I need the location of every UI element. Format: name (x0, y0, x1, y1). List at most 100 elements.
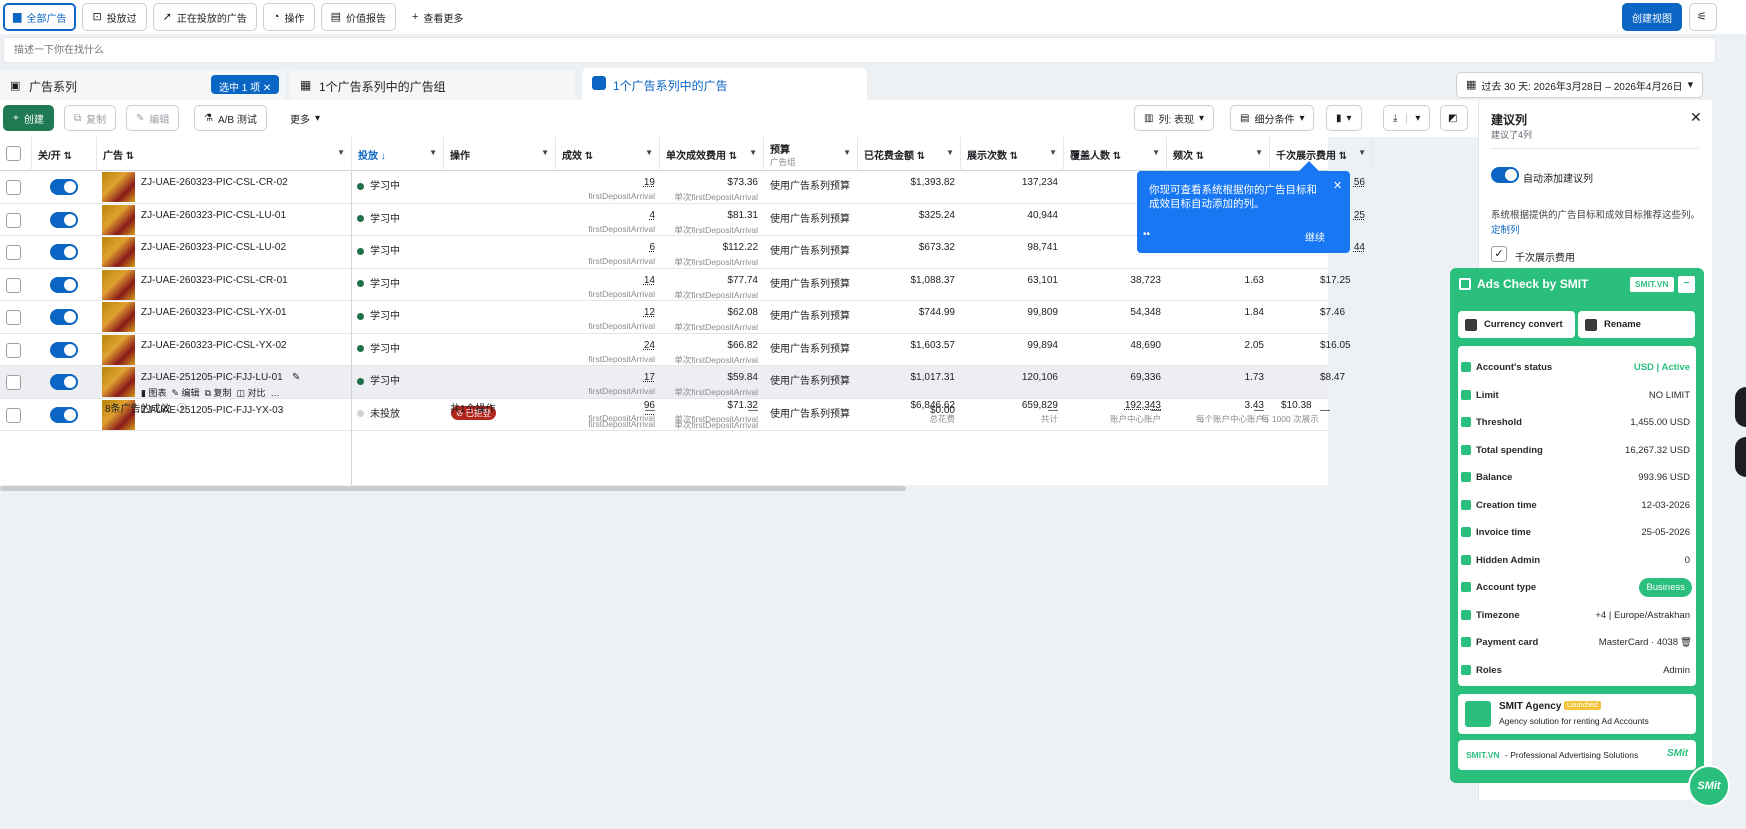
cpm-checkbox[interactable]: ✓ (1491, 246, 1507, 262)
tab-campaigns[interactable]: ▣ 广告系列 选中 1 项 ✕ (0, 70, 285, 100)
ad-name[interactable]: ZJ-UAE-260323-PIC-CSL-CR-02 (141, 177, 288, 188)
duplicate-button[interactable]: ⧉ 复制 (64, 105, 117, 131)
table-row[interactable]: ZJ-UAE-260323-PIC-CSL-YX-02 学习中 24 firstDep… (0, 334, 1351, 366)
smit-agency-card[interactable]: SMIT Agency Launched Agency solution for… (1458, 694, 1696, 734)
close-panel-icon[interactable]: ✕ (1690, 109, 1702, 126)
row-checkbox[interactable] (6, 180, 21, 195)
view-settings-button[interactable]: ⚟ (1689, 3, 1717, 31)
ad-toggle[interactable] (50, 341, 78, 358)
tooltip-continue-button[interactable]: 继续 (1299, 226, 1331, 247)
create-view-button[interactable]: 创建视图 (1622, 3, 1682, 31)
tooltip-close-icon[interactable]: ✕ (1333, 179, 1342, 192)
auto-add-toggle[interactable] (1491, 167, 1519, 183)
rename-button[interactable]: Rename (1578, 311, 1695, 338)
side-widget[interactable] (1735, 437, 1746, 477)
row-checkbox[interactable] (6, 277, 21, 293)
tab-ads[interactable]: 1个广告系列中的广告 (582, 68, 867, 100)
ad-toggle[interactable] (50, 276, 78, 293)
ad-name[interactable]: ZJ-UAE-251205-PIC-FJJ-LU-01 (141, 372, 283, 383)
export-button[interactable]: ⤓ ▾ (1383, 105, 1431, 131)
header-impressions[interactable]: 展示次数 ⇅ ▼ (961, 137, 1064, 171)
header-ad[interactable]: 广告 ⇅ ▼ (97, 137, 352, 171)
header-cpm[interactable]: 千次展示费用 ⇅ ▼ (1270, 137, 1373, 171)
ad-thumbnail[interactable] (102, 237, 135, 267)
ad-name[interactable]: ZJ-UAE-260323-PIC-CSL-YX-01 (141, 307, 287, 318)
close-icon[interactable]: ✕ (263, 83, 271, 94)
breakdown-button[interactable]: ▤ 细分条件 ▾ (1230, 105, 1315, 131)
table-row[interactable]: ZJ-UAE-260323-PIC-CSL-CR-02 学习中 19 firstDep… (0, 171, 1365, 204)
header-cost-per-result[interactable]: 单次成效费用 ⇅ ▼ (660, 137, 764, 171)
header-budget[interactable]: 预算 广告组 ▼ (764, 137, 858, 171)
row-checkbox[interactable] (6, 310, 21, 325)
table-row[interactable]: ZJ-UAE-260323-PIC-CSL-CR-01 学习中 14 firstDep… (0, 269, 1351, 301)
ad-toggle[interactable] (50, 211, 78, 228)
ad-thumbnail[interactable] (102, 172, 135, 202)
ad-toggle[interactable] (50, 244, 78, 260)
selected-chip[interactable]: 选中 1 项 ✕ (211, 75, 280, 94)
header-ops[interactable]: 操作 ▼ (444, 137, 556, 171)
smit-fab-button[interactable]: SMit (1688, 765, 1730, 807)
ad-name[interactable]: ZJ-UAE-260323-PIC-CSL-LU-02 (141, 242, 286, 253)
header-select-all[interactable] (0, 137, 32, 171)
edit-name-icon[interactable]: ✎ (292, 372, 300, 383)
reports-button[interactable]: ▮ ▾ (1326, 105, 1362, 131)
info-icon[interactable]: ⓘ (177, 400, 187, 415)
smit-badge[interactable]: SMIT.VN (1630, 277, 1674, 292)
search-bar[interactable] (3, 37, 1716, 63)
header-reach[interactable]: 覆盖人数 ⇅ ▼ (1064, 137, 1167, 171)
more-button[interactable]: 更多 ▾ (280, 105, 331, 131)
tab-adsets[interactable]: ▦ 1个广告系列中的广告组 (290, 70, 575, 100)
view-delivered-button[interactable]: ⊡ 投放过 (82, 3, 147, 31)
side-widget[interactable] (1735, 387, 1746, 427)
smit-footer[interactable]: SMIT.VN - Professional Advertising Solut… (1458, 740, 1696, 770)
results-value[interactable]: 17 (644, 372, 655, 383)
ad-toggle[interactable] (50, 309, 78, 325)
table-row[interactable]: ZJ-UAE-260323-PIC-CSL-LU-02 学习中 6 firstDepo… (0, 236, 1365, 269)
view-all-ads-button[interactable]: ▆ 全部广告 (3, 3, 77, 31)
view-actions-button[interactable]: ◔ 操作 (262, 3, 315, 31)
results-value[interactable]: 19 (644, 177, 655, 188)
currency-convert-button[interactable]: Currency convert (1458, 311, 1575, 338)
row-checkbox[interactable] (6, 342, 21, 358)
ab-test-button[interactable]: ⚗ A/B 测试 (194, 105, 267, 131)
select-all-checkbox[interactable] (6, 146, 21, 161)
customize-columns-link[interactable]: 定制列 (1491, 222, 1520, 236)
results-value[interactable]: 24 (644, 340, 655, 351)
ad-thumbnail[interactable] (102, 269, 135, 300)
ad-toggle[interactable] (50, 374, 78, 390)
ad-thumbnail[interactable] (102, 204, 135, 235)
horizontal-scrollbar[interactable] (0, 486, 906, 491)
minimize-icon[interactable]: − (1678, 276, 1695, 293)
header-results[interactable]: 成效 ⇅ ▼ (556, 137, 660, 171)
results-value[interactable]: 12 (644, 307, 655, 318)
header-delivery[interactable]: 投放 ↓ ▼ (352, 137, 444, 171)
results-value[interactable]: 14 (644, 275, 655, 286)
date-range-picker[interactable]: ▦ 过去 30 天: 2026年3月28日 – 2026年4月26日 ▾ (1456, 72, 1704, 98)
ad-name[interactable]: ZJ-UAE-260323-PIC-CSL-LU-01 (141, 210, 286, 221)
row-checkbox[interactable] (6, 245, 21, 260)
create-button[interactable]: + 创建 (3, 105, 54, 131)
table-row[interactable]: ZJ-UAE-260323-PIC-CSL-LU-01 学习中 4 firstDepo… (0, 204, 1365, 236)
ad-thumbnail[interactable] (102, 334, 135, 365)
edit-button[interactable]: ✎ 编辑 (126, 105, 180, 131)
view-value-report-button[interactable]: ▤ 价值报告 (320, 3, 396, 31)
results-value[interactable]: 4 (649, 210, 655, 221)
ad-name[interactable]: ZJ-UAE-260323-PIC-CSL-YX-02 (141, 340, 287, 351)
see-more-views-button[interactable]: + 查看更多 (401, 3, 474, 31)
header-frequency[interactable]: 频次 ⇅ ▼ (1167, 137, 1270, 171)
search-input[interactable] (4, 38, 1715, 62)
view-active-ads-button[interactable]: ➚ 正在投放的广告 (152, 3, 257, 31)
columns-button[interactable]: ▥ 列: 表现 ▾ (1134, 105, 1215, 131)
row-checkbox[interactable] (6, 375, 21, 390)
header-onoff[interactable]: 关/开 ⇅ (32, 137, 97, 171)
chart-toggle-button[interactable]: ◩ (1440, 105, 1468, 131)
trash-icon[interactable]: 🗑 (1680, 637, 1692, 648)
row-checkbox[interactable] (6, 212, 21, 228)
ad-toggle[interactable] (50, 179, 78, 195)
table-row[interactable]: ZJ-UAE-260323-PIC-CSL-YX-01 学习中 12 firstDep… (0, 301, 1345, 334)
header-spent[interactable]: 已花费金额 ⇅ ▼ (858, 137, 961, 171)
header-purchases[interactable] (1373, 137, 1473, 171)
results-value[interactable]: 6 (649, 242, 655, 253)
ad-thumbnail[interactable] (102, 302, 135, 332)
ad-name[interactable]: ZJ-UAE-260323-PIC-CSL-CR-01 (141, 275, 288, 286)
